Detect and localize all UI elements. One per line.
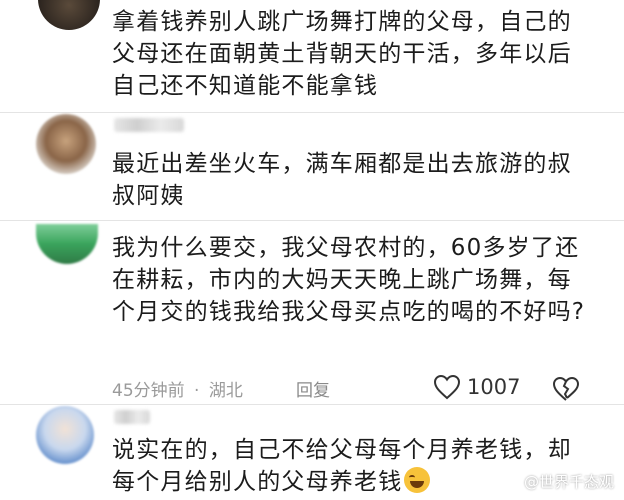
user-avatar[interactable] (38, 0, 100, 30)
username-blurred (114, 118, 184, 132)
meta-separator: · (194, 381, 200, 401)
comment-time: 45分钟前 (112, 381, 185, 401)
user-avatar[interactable] (36, 114, 96, 174)
like-button[interactable]: 1007 (433, 372, 520, 402)
reply-button[interactable]: 回复 (296, 376, 330, 401)
laughing-emoji-icon (404, 467, 431, 493)
comment-text: 我为什么要交，我父母农村的，60多岁了还在耕耘，市内的大妈天天晚上跳广场舞，每个… (112, 235, 586, 325)
comment-text: 说实在的，自己不给父母每个月养老钱，却每个月给别人的父母养老钱 (112, 434, 592, 498)
comment-text-content: 说实在的，自己不给父母每个月养老钱，却每个月给别人的父母养老钱 (112, 437, 572, 495)
comment-item-4: 说实在的，自己不给父母每个月养老钱，却每个月给别人的父母养老钱 @世界千态观 (0, 404, 624, 500)
like-count: 1007 (467, 375, 521, 399)
user-avatar[interactable] (36, 224, 98, 264)
user-avatar[interactable] (36, 406, 94, 464)
comment-meta: 45分钟前 · 湖北 (112, 376, 243, 401)
comment-item-1: 拿着钱养别人跳广场舞打牌的父母，自己的父母还在面朝黄土背朝天的干活，多年以后自己… (0, 0, 624, 110)
comment-text: 最近出差坐火车，满车厢都是出去旅游的叔叔阿姨 (112, 151, 572, 209)
comment-item-3: 我为什么要交，我父母农村的，60多岁了还在耕耘，市内的大妈天天晚上跳广场舞，每个… (0, 220, 624, 406)
broken-heart-icon[interactable] (552, 376, 580, 402)
comment-location: 湖北 (208, 381, 243, 401)
heart-outline-icon (433, 374, 461, 400)
comment-text: 拿着钱养别人跳广场舞打牌的父母，自己的父母还在面朝黄土背朝天的干活，多年以后自己… (112, 9, 572, 99)
username-blurred (114, 410, 150, 424)
watermark: @世界千态观 (523, 473, 614, 491)
comment-item-2: 最近出差坐火车，满车厢都是出去旅游的叔叔阿姨 (0, 112, 624, 220)
